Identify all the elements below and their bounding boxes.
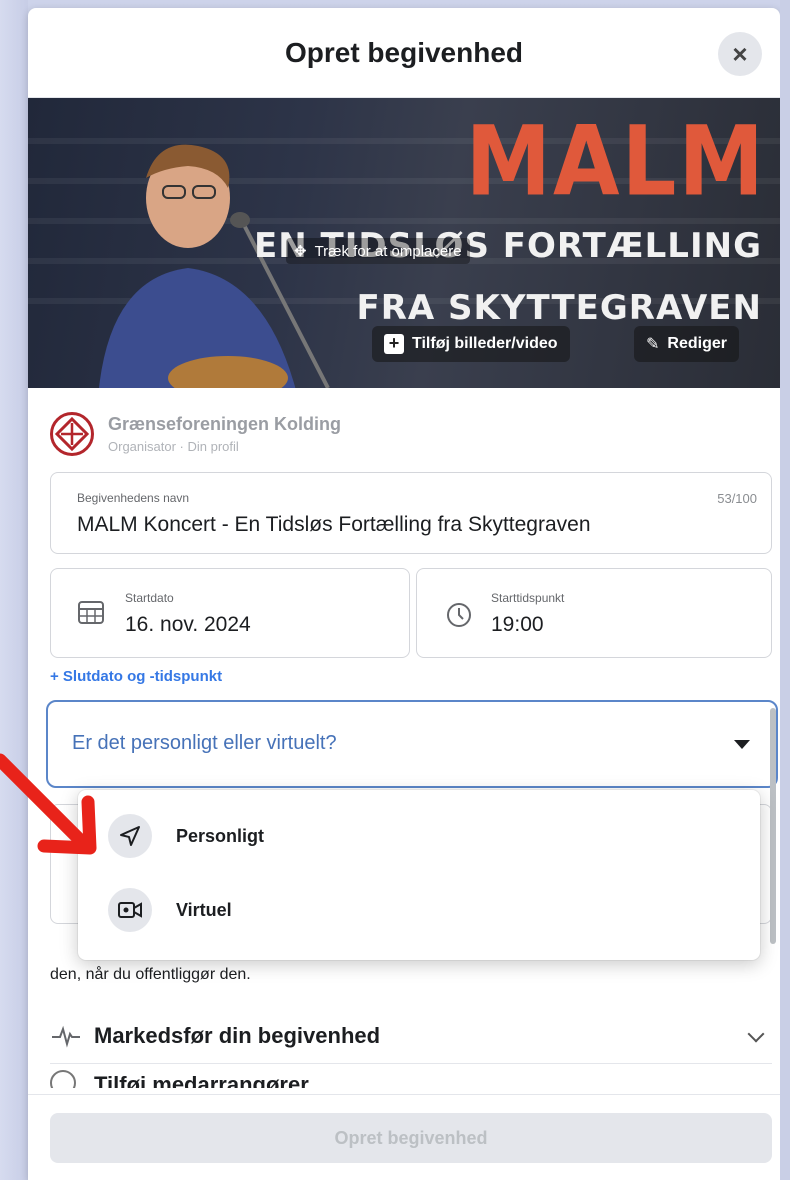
help-text: den, når du offentliggør den. [50, 966, 251, 983]
organizer-role: Organisator · Din profil [108, 439, 239, 454]
event-name-label: Begivenhedens navn [77, 491, 190, 505]
calendar-icon [78, 601, 104, 624]
create-event-button[interactable]: Opret begivenhed [50, 1113, 772, 1163]
cohosts-label: Tilføj medarrangører [94, 1072, 309, 1088]
add-person-icon [50, 1070, 76, 1088]
organizer-logo-icon [54, 416, 90, 452]
event-name-char-count: 53/100 [717, 491, 757, 506]
option-virtual[interactable]: Virtuel [86, 874, 752, 946]
create-event-dialog: Opret begivenhed × MALM EN TIDSLØS FORTÆ… [28, 8, 780, 1180]
scrollbar[interactable] [770, 708, 776, 944]
start-time-value: 19:00 [491, 613, 544, 636]
event-name-field[interactable]: Begivenhedens navn 53/100 MALM Koncert -… [50, 472, 772, 554]
move-icon: ✥ [294, 243, 307, 260]
cover-photo[interactable]: MALM EN TIDSLØS FORTÆLLING FRA SKYTTEGRA… [28, 98, 780, 388]
option-in-person[interactable]: Personligt [86, 800, 752, 872]
organizer-row: Grænseforeningen Kolding Organisator · D… [50, 404, 750, 464]
promote-event-row[interactable]: Markedsfør din begivenhed [50, 1008, 772, 1064]
organizer-avatar [50, 412, 94, 456]
banner-title: MALM [465, 106, 766, 218]
start-time-field[interactable]: Starttidspunkt 19:00 [416, 568, 772, 658]
annotation-arrow-icon [0, 753, 97, 855]
drag-hint-label: Træk for at omplacere [314, 242, 462, 260]
right-background-strip [780, 0, 790, 1180]
add-media-label: Tilføj billeder/video [412, 335, 558, 352]
organizer-text: Grænseforeningen Kolding Organisator · D… [108, 414, 341, 454]
chevron-down-icon [747, 1025, 765, 1043]
close-button[interactable]: × [718, 32, 762, 76]
option-in-person-label: Personligt [176, 825, 265, 846]
pulse-icon [52, 1025, 80, 1048]
banner-subtitle-2: FRA SKYTTEGRAVEN [356, 288, 762, 328]
option-virtual-label: Virtuel [176, 899, 232, 920]
promote-label: Markedsfør din begivenhed [94, 1022, 381, 1048]
edit-label: Rediger [667, 335, 727, 352]
location-type-placeholder: Er det personligt eller virtuelt? [72, 732, 337, 754]
dialog-header: Opret begivenhed × [28, 8, 780, 98]
dialog-footer: Opret begivenhed [28, 1094, 780, 1180]
video-camera-icon [108, 888, 152, 932]
dialog-title: Opret begivenhed [284, 36, 524, 68]
drag-reposition-hint[interactable]: ✥ Træk for at omplacere [286, 238, 470, 264]
location-type-dropdown: Personligt Virtuel [78, 790, 760, 960]
caret-down-icon [734, 740, 750, 749]
close-icon: × [732, 38, 748, 69]
location-arrow-icon [108, 814, 152, 858]
location-type-select[interactable]: Er det personligt eller virtuelt? [46, 700, 778, 788]
edit-cover-button[interactable]: ✎ Rediger [634, 326, 739, 362]
pencil-icon: ✎ [646, 336, 660, 353]
organizer-name: Grænseforeningen Kolding [108, 414, 342, 434]
left-background-strip [0, 0, 28, 1180]
clock-icon [447, 603, 471, 627]
add-cohosts-row[interactable]: Tilføj medarrangører [50, 1070, 772, 1088]
add-end-date-link[interactable]: + Slutdato og -tidspunkt [50, 668, 222, 685]
start-date-label: Startdato [125, 591, 174, 605]
add-media-button[interactable]: + Tilføj billeder/video [372, 326, 570, 362]
start-date-field[interactable]: Startdato 16. nov. 2024 [50, 568, 410, 658]
start-date-value: 16. nov. 2024 [125, 613, 251, 636]
event-name-value[interactable]: MALM Koncert - En Tidsløs Fortælling fra… [77, 513, 591, 537]
start-time-label: Starttidspunkt [491, 591, 565, 605]
add-photo-icon: + [384, 334, 404, 354]
